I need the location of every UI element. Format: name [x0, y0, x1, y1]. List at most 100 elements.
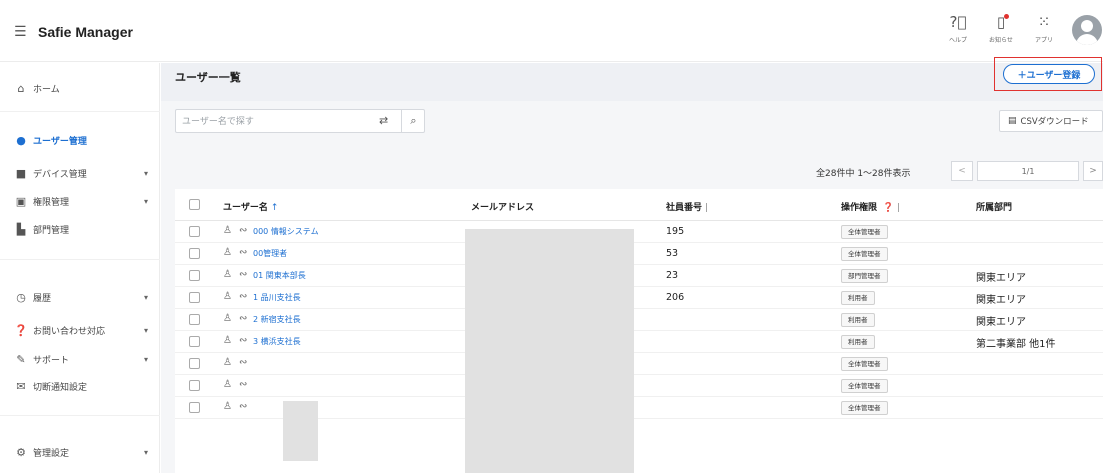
- clock-icon: ◷: [16, 290, 26, 304]
- link-icon: ∾: [239, 291, 248, 302]
- row-checkbox[interactable]: [189, 248, 200, 259]
- user-name-link[interactable]: 1 品川支社長: [253, 292, 301, 303]
- info-icon[interactable]: ❓: [880, 203, 894, 213]
- table-row[interactable]: ♙ ∾ 2 新宿支社長 利用者 関東エリア: [175, 309, 1103, 331]
- permission-badge: 全体管理者: [841, 225, 888, 239]
- row-checkbox[interactable]: [189, 336, 200, 347]
- person-icon: ♙: [223, 401, 232, 412]
- row-checkbox[interactable]: [189, 292, 200, 303]
- sidebar-item-permissions[interactable]: ▣ 権限管理 ▾: [0, 188, 160, 214]
- department: 関東エリア: [976, 273, 1026, 284]
- row-checkbox[interactable]: [189, 358, 200, 369]
- link-icon: ∾: [239, 335, 248, 346]
- sidebar-item-users[interactable]: ● ユーザー管理: [0, 127, 160, 153]
- sidebar-item-history[interactable]: ◷ 履歴 ▾: [0, 284, 160, 310]
- link-icon: ∾: [239, 357, 248, 368]
- page-indicator[interactable]: 1/1: [977, 161, 1079, 181]
- row-checkbox[interactable]: [189, 226, 200, 237]
- person-icon: ♙: [223, 313, 232, 324]
- table-header: ユーザー名 ↑ メールアドレス 社員番号 | 操作権限 ❓ | 所属部門: [175, 189, 1103, 221]
- filter-icon[interactable]: ⇄: [379, 114, 388, 127]
- permission-badge: 利用者: [841, 291, 875, 305]
- table-row[interactable]: ♙ ∾ 01 関東本部長 23 部門管理者 関東エリア: [175, 265, 1103, 287]
- sidebar-item-devices[interactable]: ■ デバイス管理 ▾: [0, 160, 160, 186]
- search-icon[interactable]: ⌕: [401, 110, 425, 132]
- column-username[interactable]: ユーザー名 ↑: [223, 200, 278, 213]
- sort-asc-icon[interactable]: ↑: [271, 203, 279, 213]
- table-row[interactable]: ♙ ∾ 全体管理者: [175, 353, 1103, 375]
- avatar-body: [1076, 34, 1098, 45]
- sidebar-item-label: 部門管理: [33, 225, 70, 236]
- permission-badge: 全体管理者: [841, 401, 888, 415]
- table-row[interactable]: ♙ ∾ 3 横浜支社長 利用者 第二事業部 他1件: [175, 331, 1103, 353]
- table-row[interactable]: ♙ ∾ 1 品川支社長 206 利用者 関東エリア: [175, 287, 1103, 309]
- sidebar-item-support[interactable]: ✎ サポート ▾: [0, 346, 160, 372]
- user-icon: ●: [16, 133, 26, 147]
- apps-button[interactable]: ⁙ アプリ: [1024, 12, 1064, 44]
- sidebar-item-disconnect-notify[interactable]: ✉ 切断通知設定: [0, 373, 160, 399]
- user-name-link[interactable]: 3 横浜支社長: [253, 336, 301, 347]
- sidebar-item-departments[interactable]: ▙ 部門管理: [0, 216, 160, 242]
- sidebar-item-label: ユーザー管理: [33, 136, 87, 147]
- sidebar-item-label: ホーム: [33, 84, 60, 95]
- help-button[interactable]: ?⃝ ヘルプ: [938, 12, 978, 44]
- document-icon: ▤: [1008, 116, 1017, 126]
- support-icon: ✎: [16, 352, 26, 366]
- sort-icon[interactable]: |: [705, 203, 708, 213]
- chevron-down-icon: ▾: [143, 447, 148, 457]
- sidebar-item-label: 切断通知設定: [33, 382, 88, 393]
- table-row[interactable]: ♙ ∾ 000 情報システム 195 全体管理者: [175, 221, 1103, 243]
- row-checkbox[interactable]: [189, 314, 200, 325]
- column-permission[interactable]: 操作権限 ❓ |: [841, 200, 900, 213]
- home-icon: ⌂: [17, 81, 25, 95]
- column-employee-no[interactable]: 社員番号 |: [666, 200, 708, 213]
- user-name-link[interactable]: 01 関東本部長: [253, 270, 306, 281]
- chevron-down-icon: ▾: [143, 292, 148, 302]
- sidebar-item-label: 履歴: [33, 293, 52, 304]
- sidebar-item-label: デバイス管理: [33, 169, 87, 180]
- department: 第二事業部 他1件: [976, 339, 1056, 350]
- search-input[interactable]: [182, 114, 372, 130]
- notice-badge: [1004, 14, 1009, 19]
- gear-icon: ⚙: [16, 445, 26, 459]
- sidebar-item-label: 管理設定: [33, 448, 70, 459]
- help-icon: ?⃝: [949, 13, 967, 31]
- select-all-checkbox[interactable]: [189, 199, 200, 210]
- sidebar-item-label: お問い合わせ対応: [33, 326, 106, 337]
- notice-button[interactable]: ▯ お知らせ: [981, 12, 1021, 44]
- row-checkbox[interactable]: [189, 270, 200, 281]
- link-icon: ∾: [239, 225, 248, 236]
- permission-badge: 全体管理者: [841, 379, 888, 393]
- app-title: Safie Manager: [38, 24, 133, 40]
- department: 関東エリア: [976, 295, 1026, 306]
- menu-icon[interactable]: ☰: [14, 24, 27, 40]
- notice-label: お知らせ: [989, 37, 1013, 44]
- link-icon: ∾: [239, 313, 248, 324]
- permission-badge: 利用者: [841, 335, 875, 349]
- next-page-button[interactable]: >: [1083, 161, 1103, 181]
- chevron-down-icon: ▾: [143, 196, 148, 206]
- user-name-link[interactable]: 000 情報システム: [253, 226, 319, 237]
- notice-icon: ▯: [996, 13, 1006, 31]
- user-name-link[interactable]: 2 新宿支社長: [253, 314, 301, 325]
- sort-icon[interactable]: |: [897, 203, 900, 213]
- csv-download-label: CSVダウンロード: [1020, 117, 1089, 127]
- permission-badge: 利用者: [841, 313, 875, 327]
- sidebar-item-inquiries[interactable]: ❓ お問い合わせ対応 ▾: [0, 317, 160, 343]
- row-checkbox[interactable]: [189, 402, 200, 413]
- camera-icon: ■: [15, 166, 27, 180]
- column-label: ユーザー名: [223, 203, 268, 213]
- table-row[interactable]: ♙ ∾ 00管理者 53 全体管理者: [175, 243, 1103, 265]
- account-avatar[interactable]: [1072, 15, 1102, 45]
- user-name-link[interactable]: 00管理者: [253, 248, 287, 259]
- table-row[interactable]: ♙ ∾ 全体管理者: [175, 375, 1103, 397]
- row-checkbox[interactable]: [189, 380, 200, 391]
- add-user-button[interactable]: ＋ユーザー登録: [1003, 64, 1095, 84]
- prev-page-button[interactable]: <: [951, 161, 973, 181]
- person-icon: ♙: [223, 269, 232, 280]
- csv-download-button[interactable]: ▤ CSVダウンロード: [999, 110, 1103, 132]
- chevron-down-icon: ▾: [143, 325, 148, 335]
- column-label: 社員番号: [666, 203, 703, 213]
- sidebar-item-home[interactable]: ⌂ ホーム: [0, 75, 160, 101]
- sidebar-item-admin-settings[interactable]: ⚙ 管理設定 ▾: [0, 439, 160, 465]
